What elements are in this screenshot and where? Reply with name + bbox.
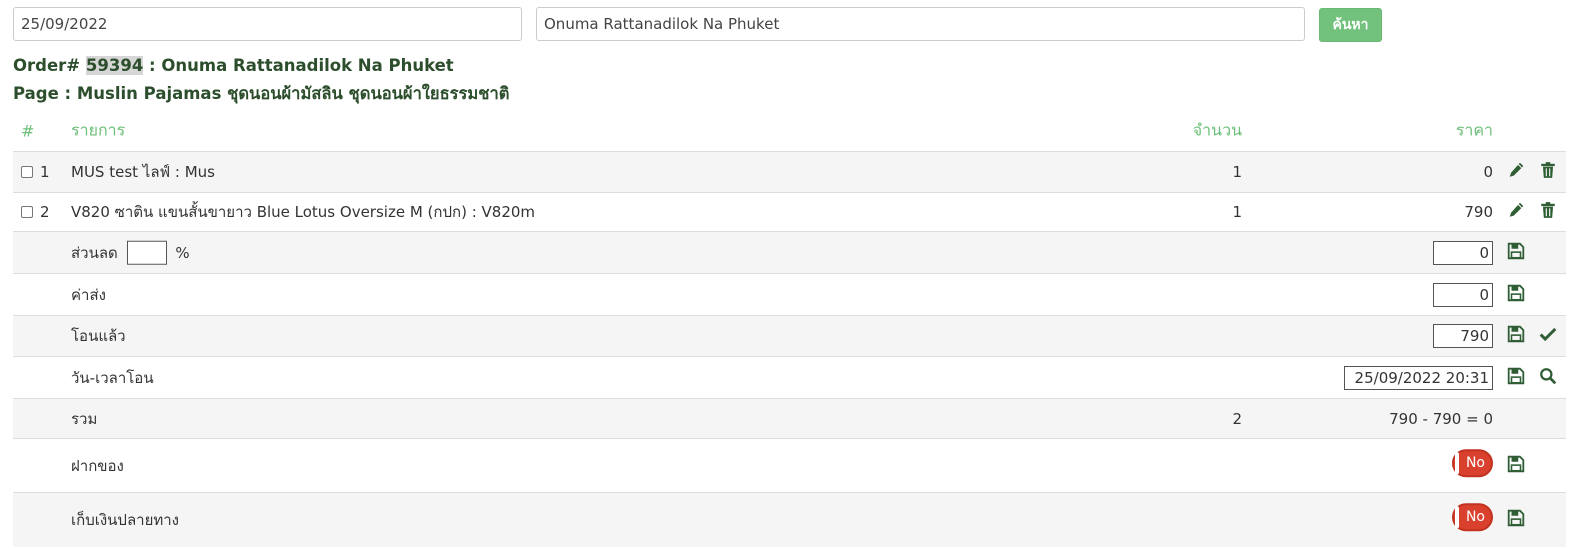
edit-button[interactable] bbox=[1507, 201, 1525, 223]
discount-row: ส่วนลด % 0 bbox=[13, 231, 1566, 273]
row-quantity: 1 bbox=[1232, 163, 1242, 181]
order-prefix: Order# bbox=[13, 56, 81, 75]
total-summary: 790 - 790 = 0 bbox=[1389, 409, 1493, 428]
total-row: รวม 2 790 - 790 = 0 bbox=[13, 398, 1566, 438]
order-items-table: # รายการ จำนวน ราคา 1 MUS test ไลฟ์ : Mu… bbox=[13, 111, 1566, 547]
deposit-toggle[interactable]: No bbox=[1452, 448, 1493, 477]
floppy-disk-icon bbox=[1507, 242, 1525, 260]
search-button[interactable]: ค้นหา bbox=[1319, 8, 1382, 42]
transfer-time-row: วัน-เวลาโอน 25/09/2022 20:31 bbox=[13, 356, 1566, 398]
shipping-value-cell: 0 bbox=[1433, 282, 1493, 307]
total-label: รวม bbox=[71, 409, 98, 428]
save-deposit-button[interactable] bbox=[1507, 455, 1525, 477]
delete-button[interactable] bbox=[1539, 201, 1557, 223]
discount-percent-input[interactable] bbox=[126, 240, 167, 265]
save-discount-button[interactable] bbox=[1507, 242, 1525, 264]
row-select-checkbox[interactable] bbox=[21, 166, 33, 178]
percent-sign: % bbox=[175, 243, 190, 262]
row-quantity: 1 bbox=[1232, 203, 1242, 221]
header-quantity: จำนวน bbox=[1192, 120, 1242, 140]
deposit-toggle-cell: No bbox=[1452, 448, 1493, 477]
transferred-value-cell: 790 bbox=[1433, 324, 1493, 348]
shipping-row: ค่าส่ง 0 bbox=[13, 273, 1566, 315]
cod-row: เก็บเงินปลายทาง No bbox=[13, 492, 1566, 547]
transferred-row: โอนแล้ว 790 bbox=[13, 315, 1566, 356]
discount-value-input[interactable]: 0 bbox=[1433, 240, 1493, 265]
transferred-value-input[interactable]: 790 bbox=[1433, 324, 1493, 348]
row-number-text: 2 bbox=[40, 203, 50, 221]
edit-button[interactable] bbox=[1507, 161, 1525, 183]
row-number-text: 1 bbox=[40, 163, 50, 181]
header-number: # bbox=[21, 121, 35, 141]
cod-toggle-cell: No bbox=[1452, 503, 1493, 532]
header-item: รายการ bbox=[71, 120, 126, 140]
row-select-checkbox[interactable] bbox=[21, 206, 33, 218]
checkmark-icon bbox=[1539, 325, 1557, 343]
deposit-label: ฝากของ bbox=[71, 456, 124, 475]
total-quantity: 2 bbox=[1232, 409, 1242, 428]
pencil-icon bbox=[1507, 161, 1525, 179]
pencil-icon bbox=[1507, 201, 1525, 219]
confirm-transfer-button[interactable] bbox=[1539, 325, 1557, 347]
order-separator: : bbox=[149, 56, 156, 75]
floppy-disk-icon bbox=[1507, 367, 1525, 385]
discount-label-group: ส่วนลด % bbox=[71, 240, 190, 265]
save-shipping-button[interactable] bbox=[1507, 284, 1525, 306]
trash-icon bbox=[1539, 201, 1557, 219]
customer-search-input[interactable] bbox=[536, 7, 1305, 41]
cod-label: เก็บเงินปลายทาง bbox=[71, 511, 179, 529]
save-cod-button[interactable] bbox=[1507, 509, 1525, 531]
magnifier-icon bbox=[1539, 367, 1557, 385]
table-row: 2 V820 ซาติน แขนสั้นขายาว Blue Lotus Ove… bbox=[13, 192, 1566, 231]
transfer-time-input[interactable]: 25/09/2022 20:31 bbox=[1344, 365, 1493, 390]
search-bar: ค้นหา bbox=[13, 7, 1579, 42]
discount-label: ส่วนลด bbox=[71, 243, 118, 262]
transfer-time-cell: 25/09/2022 20:31 bbox=[1344, 365, 1493, 390]
row-price: 790 bbox=[1464, 203, 1493, 221]
floppy-disk-icon bbox=[1507, 325, 1525, 343]
row-price: 0 bbox=[1483, 163, 1493, 181]
shipping-value-input[interactable]: 0 bbox=[1433, 282, 1493, 307]
page-title: Page : Muslin Pajamas ชุดนอนผ้ามัสลิน ชุ… bbox=[13, 84, 510, 103]
row-item-name: V820 ซาติน แขนสั้นขายาว Blue Lotus Overs… bbox=[71, 203, 536, 221]
search-transfer-button[interactable] bbox=[1539, 367, 1557, 389]
floppy-disk-icon bbox=[1507, 284, 1525, 302]
save-transfer-time-button[interactable] bbox=[1507, 367, 1525, 389]
cod-toggle[interactable]: No bbox=[1452, 503, 1493, 532]
floppy-disk-icon bbox=[1507, 455, 1525, 473]
order-customer-name: Onuma Rattanadilok Na Phuket bbox=[161, 56, 454, 75]
row-number: 2 bbox=[21, 203, 50, 221]
delete-button[interactable] bbox=[1539, 161, 1557, 183]
shipping-label: ค่าส่ง bbox=[71, 285, 106, 304]
row-number: 1 bbox=[21, 163, 50, 181]
transferred-label: โอนแล้ว bbox=[71, 327, 126, 345]
discount-value-cell: 0 bbox=[1433, 240, 1493, 265]
trash-icon bbox=[1539, 161, 1557, 179]
transfer-time-label: วัน-เวลาโอน bbox=[71, 368, 154, 387]
order-title: Order# 59394 : Onuma Rattanadilok Na Phu… bbox=[13, 56, 454, 75]
save-transferred-button[interactable] bbox=[1507, 325, 1525, 347]
floppy-disk-icon bbox=[1507, 509, 1525, 527]
row-item-name: MUS test ไลฟ์ : Mus bbox=[71, 163, 215, 181]
date-search-input[interactable] bbox=[13, 7, 522, 41]
deposit-row: ฝากของ No bbox=[13, 438, 1566, 492]
table-row: 1 MUS test ไลฟ์ : Mus 1 0 bbox=[13, 151, 1566, 192]
order-number: 59394 bbox=[85, 56, 144, 75]
table-header-row: # รายการ จำนวน ราคา bbox=[13, 111, 1566, 151]
header-price: ราคา bbox=[1455, 120, 1493, 140]
